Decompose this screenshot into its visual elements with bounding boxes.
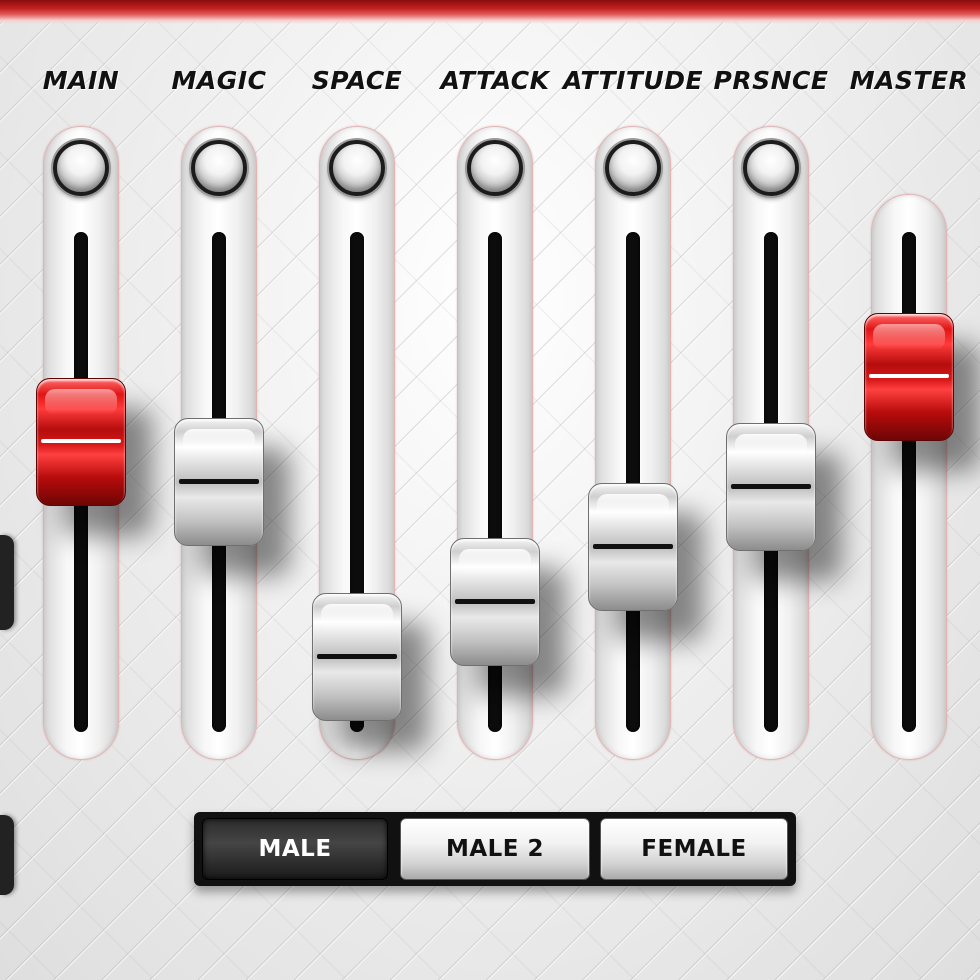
fader-knob[interactable] (588, 483, 678, 611)
fader-knob[interactable] (174, 418, 264, 546)
fader-knob[interactable] (312, 593, 402, 721)
fader-knob[interactable] (450, 538, 540, 666)
voice-button-male-2[interactable]: MALE 2 (400, 818, 590, 880)
indicator-led-icon (467, 140, 523, 196)
knob-indicator-line (731, 484, 811, 489)
knob-indicator-line (317, 654, 397, 659)
voice-selector: MALE MALE 2 FEMALE (194, 812, 796, 886)
voice-button-label: FEMALE (641, 836, 747, 862)
indicator-led-icon (743, 140, 799, 196)
knob-indicator-line (179, 479, 259, 484)
knob-indicator-line (41, 439, 121, 443)
left-edge-shadow-lower (0, 815, 14, 895)
indicator-led-icon (329, 140, 385, 196)
knob-indicator-line (593, 544, 673, 549)
indicator-led-icon (53, 140, 109, 196)
indicator-led-icon (191, 140, 247, 196)
fader-slot (626, 232, 640, 732)
fader-label: MASTER (849, 66, 969, 95)
fader-knob[interactable] (726, 423, 816, 551)
voice-button-label: MALE (258, 836, 332, 862)
knob-indicator-line (455, 599, 535, 604)
voice-button-label: MALE 2 (445, 836, 545, 862)
fader-knob[interactable] (36, 378, 126, 506)
indicator-led-icon (605, 140, 661, 196)
fader-knob[interactable] (864, 313, 954, 441)
fader-slot (902, 232, 916, 732)
voice-button-male[interactable]: MALE (202, 818, 388, 880)
knob-indicator-line (869, 374, 949, 378)
voice-button-female[interactable]: FEMALE (600, 818, 788, 880)
fader-channel-main: MAIN (16, 0, 146, 980)
fader-channel-master: MASTER (844, 0, 974, 980)
left-edge-shadow-upper (0, 535, 14, 630)
